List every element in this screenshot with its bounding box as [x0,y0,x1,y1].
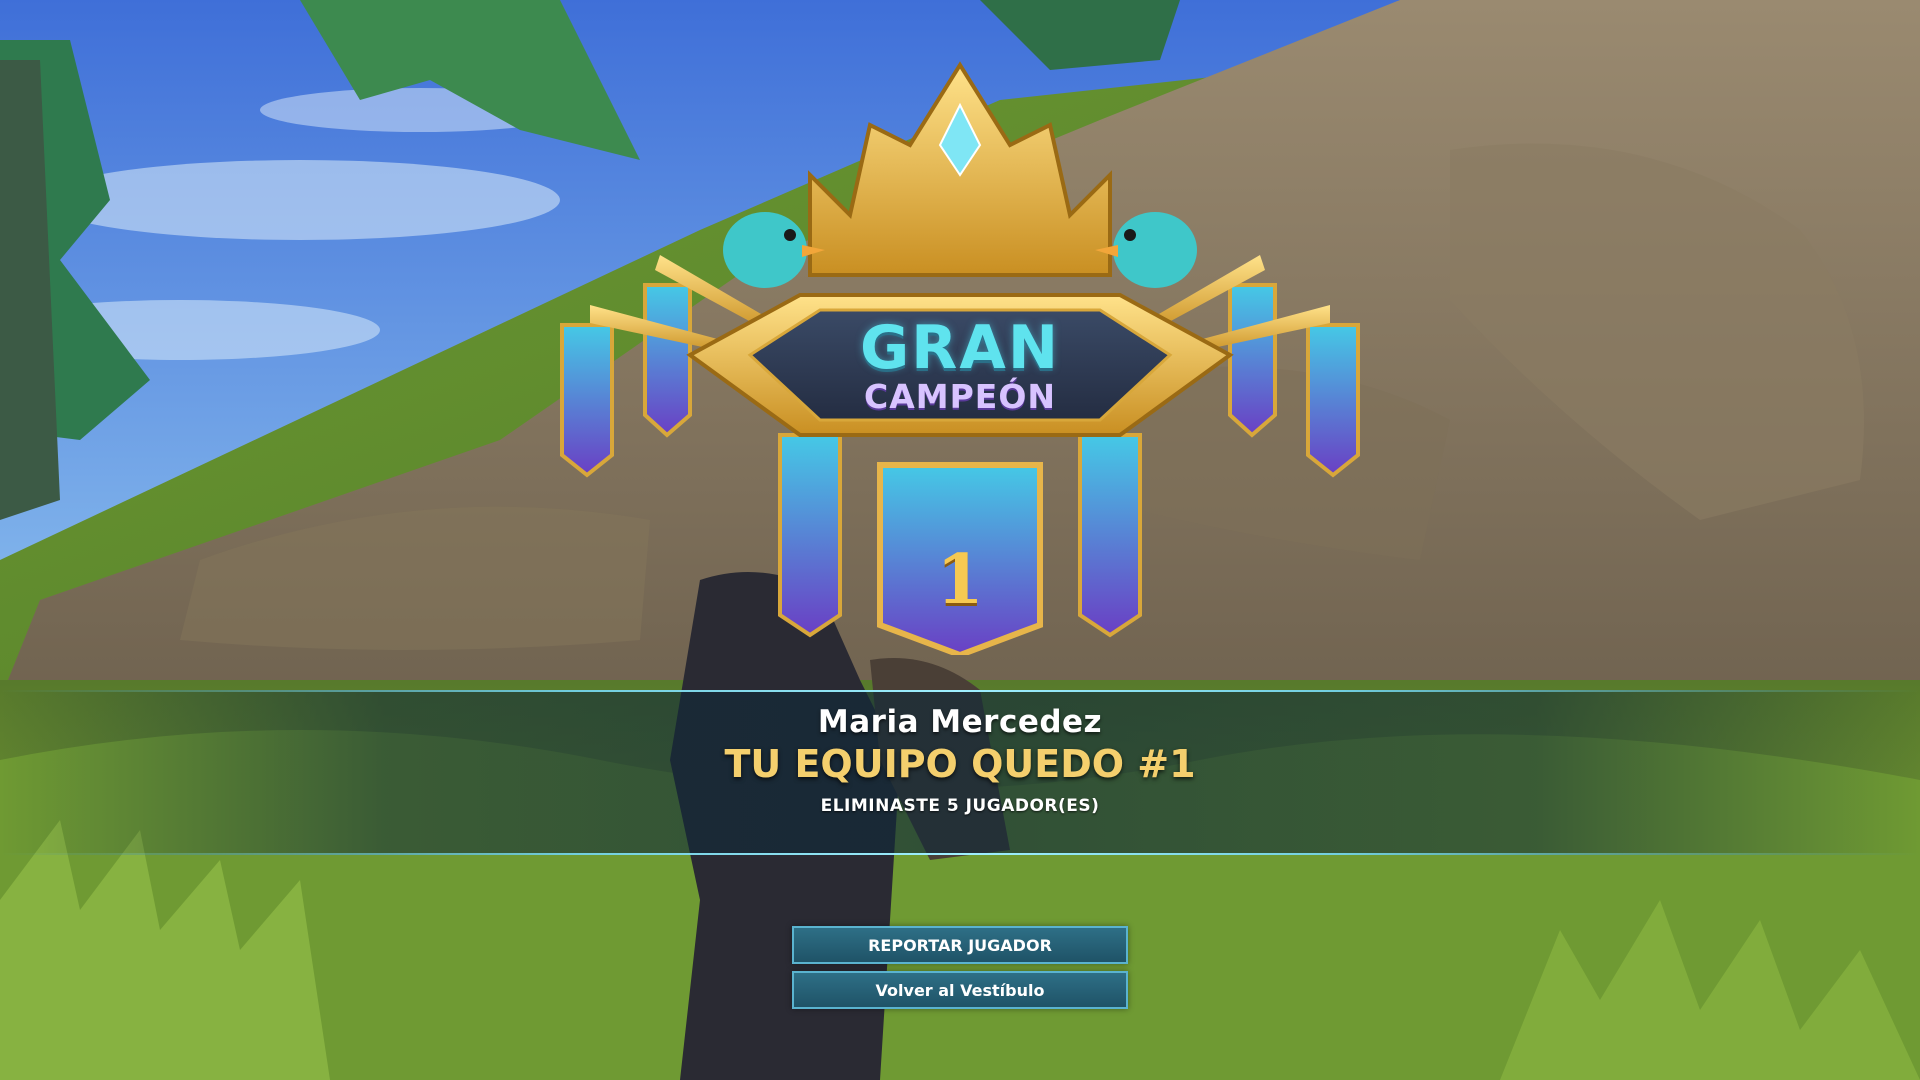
grand-champion-emblem: GRAN CAMPEÓN 1 [550,55,1370,655]
emblem-title-gran: GRAN [859,313,1061,383]
emblem-title-campeon: CAMPEÓN [864,377,1056,416]
eliminations-text: ELIMINASTE 5 JUGADOR(ES) [820,796,1100,816]
band-top-divider [0,690,1920,692]
report-player-button[interactable]: REPORTAR JUGADOR [792,926,1128,964]
band-bottom-divider [0,853,1920,855]
team-placement-text: TU EQUIPO QUEDO #1 [724,742,1196,786]
player-name: Maria Mercedez [817,704,1103,740]
match-result-panel: Maria Mercedez TU EQUIPO QUEDO #1 ELIMIN… [0,690,1920,855]
back-to-lobby-button[interactable]: Volver al Vestíbulo [792,971,1128,1009]
emblem-rank-number: 1 [936,540,984,620]
